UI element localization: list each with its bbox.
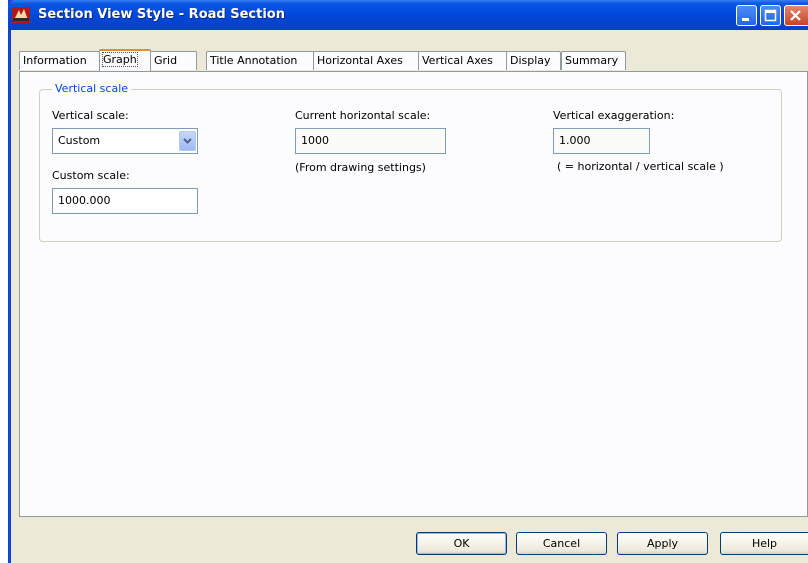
window-title: Section View Style - Road Section — [38, 7, 285, 22]
help-button[interactable]: Help — [720, 532, 808, 555]
graph-tab-panel: Vertical scale Vertical scale: Custom Cu… — [19, 71, 808, 517]
ok-button[interactable]: OK — [416, 532, 507, 555]
maximize-button[interactable] — [760, 5, 781, 26]
tab-vertical-axes[interactable]: Vertical Axes — [418, 51, 508, 70]
close-icon — [790, 10, 801, 21]
dialog-body: Information Graph Grid Title Annotation … — [11, 30, 808, 563]
close-button[interactable] — [784, 5, 808, 26]
apply-button[interactable]: Apply — [617, 532, 708, 555]
exaggeration-field: 1.000 — [553, 128, 650, 154]
tab-grid[interactable]: Grid — [150, 51, 197, 70]
tab-display[interactable]: Display — [506, 51, 561, 70]
custom-scale-label: Custom scale: — [52, 169, 130, 182]
custom-scale-input[interactable]: 1000.000 — [52, 188, 198, 214]
horizontal-scale-label: Current horizontal scale: — [295, 109, 431, 122]
tab-information[interactable]: Information — [19, 51, 100, 70]
combo-dropdown-button[interactable] — [179, 131, 196, 151]
tab-title-annotation[interactable]: Title Annotation — [206, 51, 315, 70]
minimize-button[interactable] — [736, 5, 757, 26]
exaggeration-note: ( = horizontal / vertical scale ) — [557, 160, 724, 173]
cancel-button[interactable]: Cancel — [516, 532, 607, 555]
minimize-icon — [742, 18, 749, 21]
vertical-scale-combo[interactable]: Custom — [52, 128, 198, 154]
tab-summary[interactable]: Summary — [561, 51, 626, 70]
tab-horizontal-axes[interactable]: Horizontal Axes — [313, 51, 420, 70]
vertical-scale-label: Vertical scale: — [52, 109, 129, 122]
horizontal-scale-note: (From drawing settings) — [295, 161, 426, 174]
group-title: Vertical scale — [52, 82, 132, 95]
chevron-down-icon — [183, 138, 192, 144]
vertical-scale-value: Custom — [58, 134, 101, 147]
dialog-window: Section View Style - Road Section Inform… — [8, 0, 808, 563]
app-icon — [12, 7, 30, 23]
tab-graph[interactable]: Graph — [99, 49, 151, 71]
title-bar[interactable]: Section View Style - Road Section — [8, 0, 808, 30]
exaggeration-label: Vertical exaggeration: — [553, 109, 675, 122]
maximize-icon — [764, 9, 777, 22]
horizontal-scale-field: 1000 — [295, 128, 446, 154]
